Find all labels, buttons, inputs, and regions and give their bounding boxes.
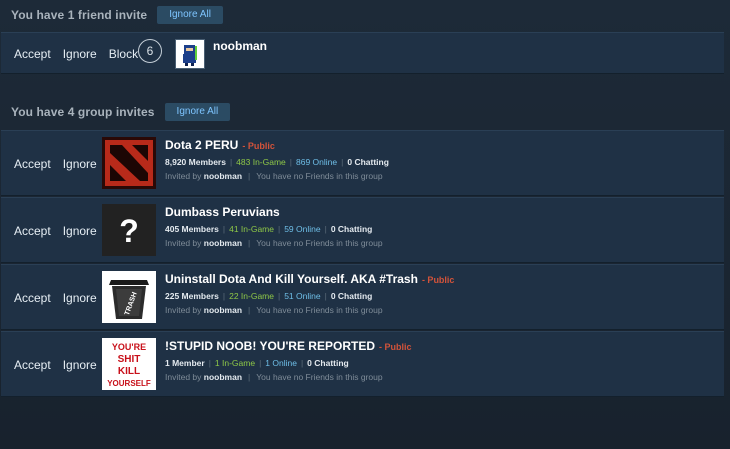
group-invite-row: Accept Ignore YOU'RE SHIT KILL YOURSELF …: [1, 331, 724, 397]
group-ignore-button[interactable]: Ignore: [63, 291, 97, 305]
group-info: Dumbass Peruvians 405 Members | 41 In-Game…: [165, 205, 383, 248]
group-chatting: 0 Chatting: [347, 157, 389, 167]
question-mark-icon: ?: [102, 204, 156, 256]
group-name: Dota 2 PERU - Public: [165, 138, 389, 152]
invites-page: You have 1 friend invite Ignore All Acce…: [0, 0, 730, 449]
group-in-game: 41 In-Game: [229, 224, 274, 234]
group-name-link[interactable]: Uninstall Dota And Kill Yourself. AKA #T…: [165, 272, 418, 286]
group-members: 8,920 Members: [165, 157, 226, 167]
group-info: Dota 2 PERU - Public 8,920 Members | 483 In…: [165, 138, 389, 181]
group-invited-by: Invited by noobman | You have no Friends i…: [165, 238, 383, 248]
group-accept-button[interactable]: Accept: [14, 157, 51, 171]
group-ignore-all-button[interactable]: Ignore All: [164, 103, 231, 121]
invited-by-label: Invited by: [165, 238, 202, 248]
group-invite-actions: Accept Ignore: [14, 291, 97, 305]
group-name: !STUPID NOOB! YOU'RE REPORTED - Public: [165, 339, 412, 353]
group-name: Dumbass Peruvians: [165, 205, 383, 219]
group-online: 869 Online: [296, 157, 338, 167]
group-invite-row: Accept Ignore Dota 2 PERU - Public 8,920 …: [1, 130, 724, 196]
group-chatting: 0 Chatting: [330, 224, 373, 234]
group-ignore-button[interactable]: Ignore: [63, 157, 97, 171]
invited-by-label: Invited by: [165, 171, 202, 181]
group-invite-row: Accept Ignore TRASH Uninstall Dota And K…: [1, 264, 724, 330]
friend-avatar[interactable]: [175, 39, 205, 69]
trash-can-icon: TRASH: [102, 271, 156, 323]
group-online: 59 Online: [284, 224, 321, 234]
friend-block-button[interactable]: Block: [109, 47, 138, 61]
invited-by-user[interactable]: noobman: [204, 372, 242, 382]
group-accept-button[interactable]: Accept: [14, 291, 51, 305]
svg-text:SHIT: SHIT: [118, 354, 141, 365]
group-info: Uninstall Dota And Kill Yourself. AKA #T…: [165, 272, 454, 315]
group-avatar[interactable]: [102, 137, 156, 189]
group-stats: 8,920 Members | 483 In-Game | 869 Online | 0 C…: [165, 157, 389, 167]
group-public-label: - Public: [242, 141, 275, 151]
invited-by-label: Invited by: [165, 305, 202, 315]
friends-note: You have no Friends in this group: [256, 238, 383, 248]
svg-text:YOURSELF: YOURSELF: [107, 379, 151, 388]
svg-text:YOU'RE: YOU'RE: [112, 342, 146, 352]
group-accept-button[interactable]: Accept: [14, 358, 51, 372]
group-public-label: - Public: [378, 342, 412, 352]
group-info: !STUPID NOOB! YOU'RE REPORTED - Public 1 …: [165, 339, 412, 382]
group-online: 1 Online: [265, 358, 297, 368]
group-stats: 405 Members | 41 In-Game | 59 Online | 0 Chatt…: [165, 224, 373, 234]
group-name: Uninstall Dota And Kill Yourself. AKA #T…: [165, 272, 454, 286]
invited-by-label: Invited by: [165, 372, 202, 382]
text-sign-icon: YOU'RE SHIT KILL YOURSELF: [102, 338, 156, 390]
friend-invite-title: You have 1 friend invite: [11, 8, 148, 22]
group-accept-button[interactable]: Accept: [14, 224, 51, 238]
friends-note: You have no Friends in this group: [256, 372, 383, 382]
group-chatting: 0 Chatting: [330, 291, 373, 301]
group-invited-by: Invited by noobman | You have no Friends i…: [165, 171, 383, 181]
group-chatting: 0 Chatting: [307, 358, 349, 368]
dota-logo-icon: [102, 137, 156, 189]
group-in-game: 22 In-Game: [229, 291, 274, 301]
group-avatar[interactable]: YOU'RE SHIT KILL YOURSELF: [102, 338, 156, 390]
group-invite-actions: Accept Ignore: [14, 224, 97, 238]
friends-note: You have no Friends in this group: [256, 171, 383, 181]
friends-note: You have no Friends in this group: [256, 305, 383, 315]
group-invite-header: You have 4 group invites Ignore All: [11, 103, 231, 121]
invited-by-user[interactable]: noobman: [204, 238, 242, 248]
group-online: 51 Online: [284, 291, 321, 301]
group-name-link[interactable]: !STUPID NOOB! YOU'RE REPORTED: [165, 339, 375, 353]
friend-invite-row: Accept Ignore Block 6 noobman: [1, 32, 724, 74]
group-stats: 1 Member | 1 In-Game | 1 Online | 0 Chatting: [165, 358, 349, 368]
friend-accept-button[interactable]: Accept: [14, 47, 51, 61]
group-name-link[interactable]: Dumbass Peruvians: [165, 205, 280, 219]
group-public-label: - Public: [421, 275, 455, 285]
group-in-game: 1 In-Game: [214, 358, 256, 368]
group-invite-actions: Accept Ignore: [14, 157, 97, 171]
group-stats: 225 Members | 22 In-Game | 51 Online | 0 Chatt…: [165, 291, 373, 301]
svg-text:?: ?: [119, 213, 139, 249]
group-invite-title: You have 4 group invites: [11, 105, 155, 119]
friend-invite-actions: Accept Ignore Block: [14, 47, 138, 61]
group-name-link[interactable]: Dota 2 PERU: [165, 138, 238, 152]
group-ignore-button[interactable]: Ignore: [63, 358, 97, 372]
group-avatar[interactable]: ?: [102, 204, 156, 256]
friend-invite-header: You have 1 friend invite Ignore All: [11, 6, 223, 24]
group-members: 225 Members: [165, 291, 219, 301]
invited-by-user[interactable]: noobman: [204, 171, 242, 181]
friend-ignore-all-button[interactable]: Ignore All: [157, 6, 223, 24]
group-members: 405 Members: [165, 224, 219, 234]
group-invite-actions: Accept Ignore: [14, 358, 97, 372]
ninja-avatar-icon: [176, 40, 204, 68]
group-avatar[interactable]: TRASH: [102, 271, 156, 323]
friend-level-badge: 6: [138, 39, 162, 63]
friend-name-link[interactable]: noobman: [213, 39, 267, 53]
group-ignore-button[interactable]: Ignore: [63, 224, 97, 238]
invited-by-user[interactable]: noobman: [204, 305, 242, 315]
friend-ignore-button[interactable]: Ignore: [63, 47, 97, 61]
group-invite-row: Accept Ignore ? Dumbass Peruvians 405 Me…: [1, 197, 724, 263]
group-invited-by: Invited by noobman | You have no Friends i…: [165, 305, 383, 315]
group-invited-by: Invited by noobman | You have no Friends i…: [165, 372, 383, 382]
group-members: 1 Member: [165, 358, 205, 368]
group-in-game: 483 In-Game: [236, 157, 286, 167]
svg-text:KILL: KILL: [118, 366, 140, 377]
